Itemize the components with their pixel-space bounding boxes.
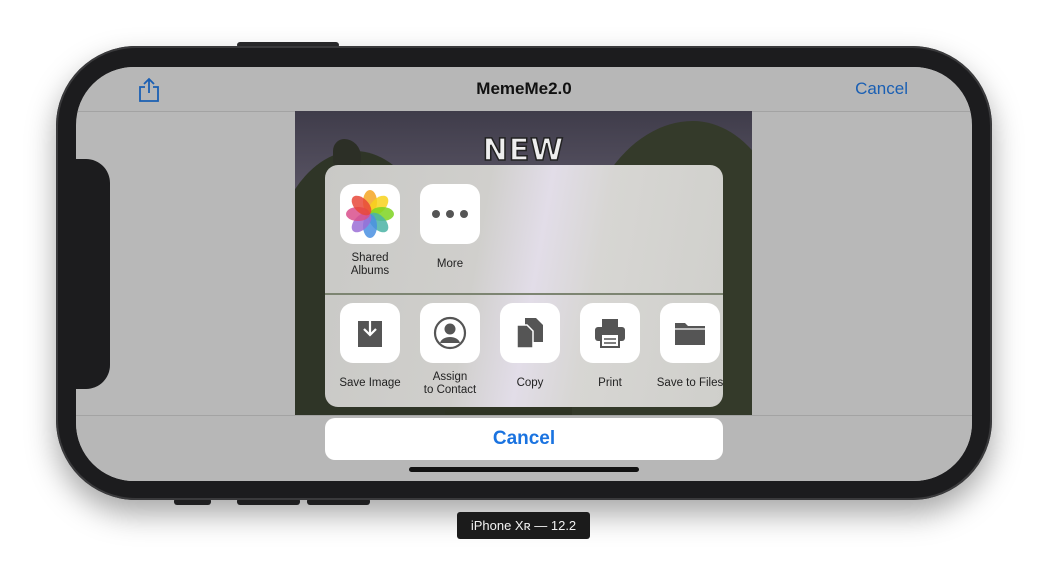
copy-label: Copy bbox=[516, 377, 544, 389]
share-targets-row: Shared Albums More bbox=[325, 165, 723, 293]
save-to-files-action[interactable]: Save to Files bbox=[650, 303, 723, 390]
save-to-files-label: Save to Files bbox=[656, 377, 723, 389]
save-image-icon bbox=[340, 303, 400, 363]
share-sheet-cancel-button[interactable]: Cancel bbox=[325, 418, 723, 460]
meme-top-text: NEW bbox=[482, 132, 565, 169]
more-label: More bbox=[436, 258, 464, 270]
save-image-action[interactable]: Save Image bbox=[330, 303, 410, 390]
assign-to-contact-action[interactable]: Assign to Contact bbox=[410, 303, 490, 397]
contact-icon bbox=[420, 303, 480, 363]
home-indicator bbox=[409, 467, 639, 472]
device-screen: MemeMe2.0 Cancel NEW Shared Albums More … bbox=[76, 67, 972, 481]
sensor-notch bbox=[76, 159, 110, 389]
print-label: Print bbox=[598, 377, 622, 389]
photos-icon bbox=[340, 184, 400, 244]
copy-icon bbox=[500, 303, 560, 363]
print-action[interactable]: Print bbox=[570, 303, 650, 390]
share-sheet: Shared Albums More Save Image Assign to … bbox=[325, 165, 723, 407]
more-item[interactable]: More bbox=[410, 184, 490, 271]
simulator-device-label: iPhone Xʀ — 12.2 bbox=[457, 512, 590, 539]
shared-albums-label: Shared Albums bbox=[350, 252, 390, 277]
print-icon bbox=[580, 303, 640, 363]
nav-cancel-button[interactable]: Cancel bbox=[855, 79, 908, 99]
folder-icon bbox=[660, 303, 720, 363]
more-icon bbox=[420, 184, 480, 244]
save-image-label: Save Image bbox=[339, 377, 401, 389]
navigation-bar: MemeMe2.0 Cancel bbox=[76, 67, 972, 112]
shared-albums-item[interactable]: Shared Albums bbox=[330, 184, 410, 278]
copy-action[interactable]: Copy bbox=[490, 303, 570, 390]
page-title: MemeMe2.0 bbox=[476, 79, 572, 98]
actions-row: Save Image Assign to Contact Copy Print … bbox=[325, 295, 723, 407]
assign-to-contact-label: Assign to Contact bbox=[423, 371, 477, 396]
